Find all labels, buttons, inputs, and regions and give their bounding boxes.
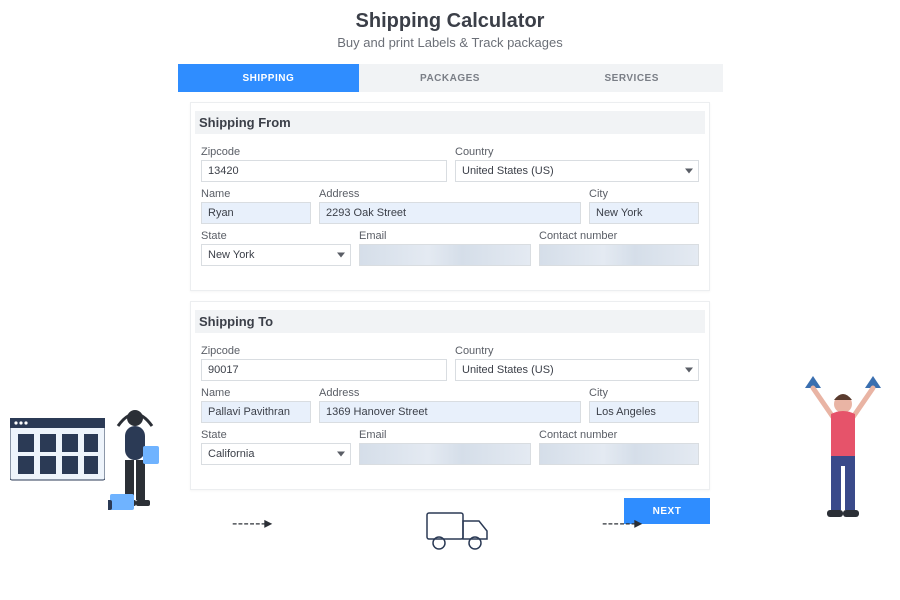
shopper-right-illustration bbox=[801, 370, 886, 535]
from-state-label: State bbox=[201, 230, 351, 242]
from-email-input[interactable] bbox=[359, 244, 531, 266]
shipping-to-title: Shipping To bbox=[195, 310, 705, 333]
to-state-select[interactable]: California bbox=[201, 443, 351, 465]
arrow-icon: - - - - - -▸ bbox=[602, 513, 640, 533]
to-address-label: Address bbox=[319, 387, 581, 399]
page-subtitle: Buy and print Labels & Track packages bbox=[0, 35, 900, 50]
from-address-label: Address bbox=[319, 188, 581, 200]
to-zipcode-label: Zipcode bbox=[201, 345, 447, 357]
to-city-label: City bbox=[589, 387, 699, 399]
from-address-input[interactable] bbox=[319, 202, 581, 224]
to-state-label: State bbox=[201, 429, 351, 441]
tabs: SHIPPING PACKAGES SERVICES bbox=[178, 64, 723, 92]
from-email-label: Email bbox=[359, 230, 531, 242]
shipping-from-card: Shipping From Zipcode Country United Sta… bbox=[190, 102, 710, 291]
browser-illustration bbox=[10, 418, 105, 498]
from-city-input[interactable] bbox=[589, 202, 699, 224]
truck-icon bbox=[425, 507, 495, 562]
to-contact-input[interactable] bbox=[539, 443, 699, 465]
to-address-input[interactable] bbox=[319, 401, 581, 423]
shopper-left-illustration bbox=[108, 408, 178, 533]
from-city-label: City bbox=[589, 188, 699, 200]
to-city-input[interactable] bbox=[589, 401, 699, 423]
from-country-select[interactable]: United States (US) bbox=[455, 160, 699, 182]
to-name-input[interactable] bbox=[201, 401, 311, 423]
shipping-to-card: Shipping To Zipcode Country United State… bbox=[190, 301, 710, 490]
to-email-input[interactable] bbox=[359, 443, 531, 465]
shipping-from-title: Shipping From bbox=[195, 111, 705, 134]
from-name-input[interactable] bbox=[201, 202, 311, 224]
from-zipcode-label: Zipcode bbox=[201, 146, 447, 158]
to-country-select[interactable]: United States (US) bbox=[455, 359, 699, 381]
tab-packages[interactable]: PACKAGES bbox=[359, 64, 541, 92]
from-name-label: Name bbox=[201, 188, 311, 200]
to-contact-label: Contact number bbox=[539, 429, 699, 441]
from-country-label: Country bbox=[455, 146, 699, 158]
from-state-select[interactable]: New York bbox=[201, 244, 351, 266]
to-zipcode-input[interactable] bbox=[201, 359, 447, 381]
page-title: Shipping Calculator bbox=[0, 10, 900, 33]
tab-services[interactable]: SERVICES bbox=[541, 64, 723, 92]
from-contact-input[interactable] bbox=[539, 244, 699, 266]
to-name-label: Name bbox=[201, 387, 311, 399]
tab-shipping[interactable]: SHIPPING bbox=[178, 64, 360, 92]
from-contact-label: Contact number bbox=[539, 230, 699, 242]
to-email-label: Email bbox=[359, 429, 531, 441]
from-zipcode-input[interactable] bbox=[201, 160, 447, 182]
to-country-label: Country bbox=[455, 345, 699, 357]
arrow-icon: - - - - - -▸ bbox=[232, 513, 270, 533]
